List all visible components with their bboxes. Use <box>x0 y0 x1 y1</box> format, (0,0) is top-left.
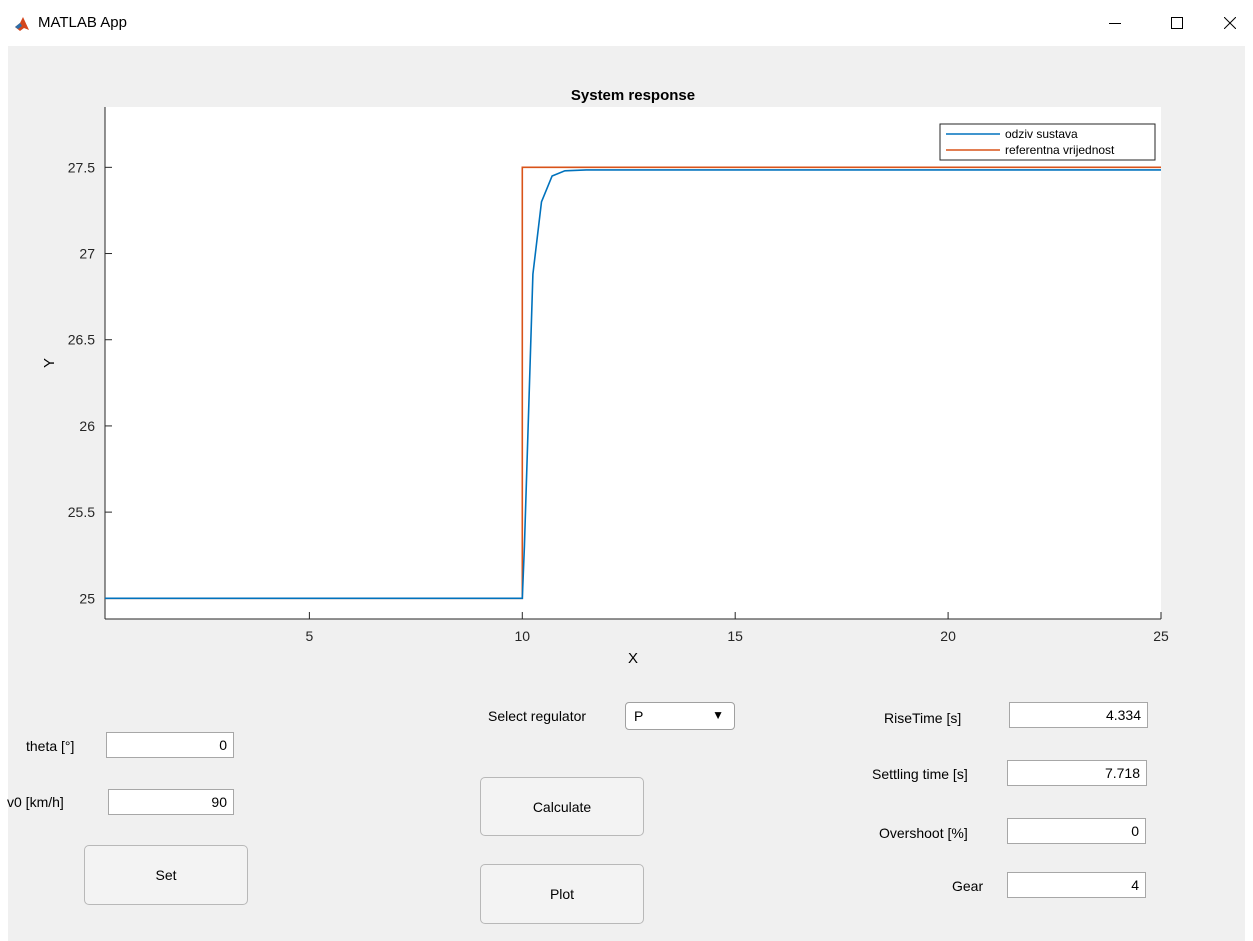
x-tick-label: 20 <box>940 628 956 644</box>
overshoot-label: Overshoot [%] <box>879 825 968 841</box>
theta-input[interactable]: 0 <box>106 732 234 758</box>
select-regulator-label: Select regulator <box>488 708 587 724</box>
y-tick-label: 25.5 <box>68 504 95 520</box>
x-tick-label: 10 <box>515 628 531 644</box>
settling-time-field[interactable]: 7.718 <box>1007 760 1147 786</box>
plot-button[interactable]: Plot <box>480 864 644 924</box>
set-button[interactable]: Set <box>84 845 248 905</box>
y-tick-label: 27.5 <box>68 159 95 175</box>
v0-label: v0 [km/h] <box>7 794 64 810</box>
y-axis-label: Y <box>41 358 58 368</box>
rise-time-field[interactable]: 4.334 <box>1009 702 1148 728</box>
matlab-logo-icon <box>14 16 30 32</box>
chart-legend: odziv sustava referentna vrijednost <box>939 123 1156 161</box>
x-tick-label: 25 <box>1153 628 1169 644</box>
v0-input[interactable]: 90 <box>108 789 234 815</box>
minimize-icon <box>1109 23 1121 24</box>
y-tick-label: 25 <box>79 590 95 606</box>
plot-area <box>105 107 1161 619</box>
y-tick-label: 26 <box>79 418 95 434</box>
regulator-dropdown[interactable]: P ▼ <box>625 702 735 730</box>
window-titlebar: MATLAB App <box>0 0 1253 46</box>
theta-label: theta [°] <box>26 738 75 754</box>
chart-title: System response <box>571 87 695 104</box>
close-icon <box>1224 17 1236 29</box>
regulator-selected-value: P <box>634 708 644 724</box>
x-axis-label: X <box>628 650 638 667</box>
calculate-button[interactable]: Calculate <box>480 777 644 836</box>
window-title: MATLAB App <box>38 14 127 31</box>
minimize-button[interactable] <box>1092 0 1138 46</box>
maximize-icon <box>1171 17 1183 29</box>
chevron-down-icon: ▼ <box>712 708 724 722</box>
x-tick-label: 5 <box>305 628 313 644</box>
system-response-chart: System response X Y 5 10 15 20 25 25 25.5 26 26.… <box>41 87 1169 667</box>
x-tick-label: 15 <box>727 628 743 644</box>
rise-time-label: RiseTime [s] <box>884 710 962 726</box>
gear-label: Gear <box>952 878 984 894</box>
legend-entry: odziv sustava <box>1005 127 1078 141</box>
settling-time-label: Settling time [s] <box>872 766 968 782</box>
y-tick-label: 27 <box>79 246 95 262</box>
app-client-area: System response X Y 5 10 15 20 25 25 25.5 26 26.… <box>7 46 1245 941</box>
overshoot-field[interactable]: 0 <box>1007 818 1146 844</box>
close-button[interactable] <box>1207 0 1253 46</box>
gear-field[interactable]: 4 <box>1007 872 1146 898</box>
maximize-button[interactable] <box>1154 0 1200 46</box>
y-tick-label: 26.5 <box>68 332 95 348</box>
legend-entry: referentna vrijednost <box>1005 143 1115 157</box>
